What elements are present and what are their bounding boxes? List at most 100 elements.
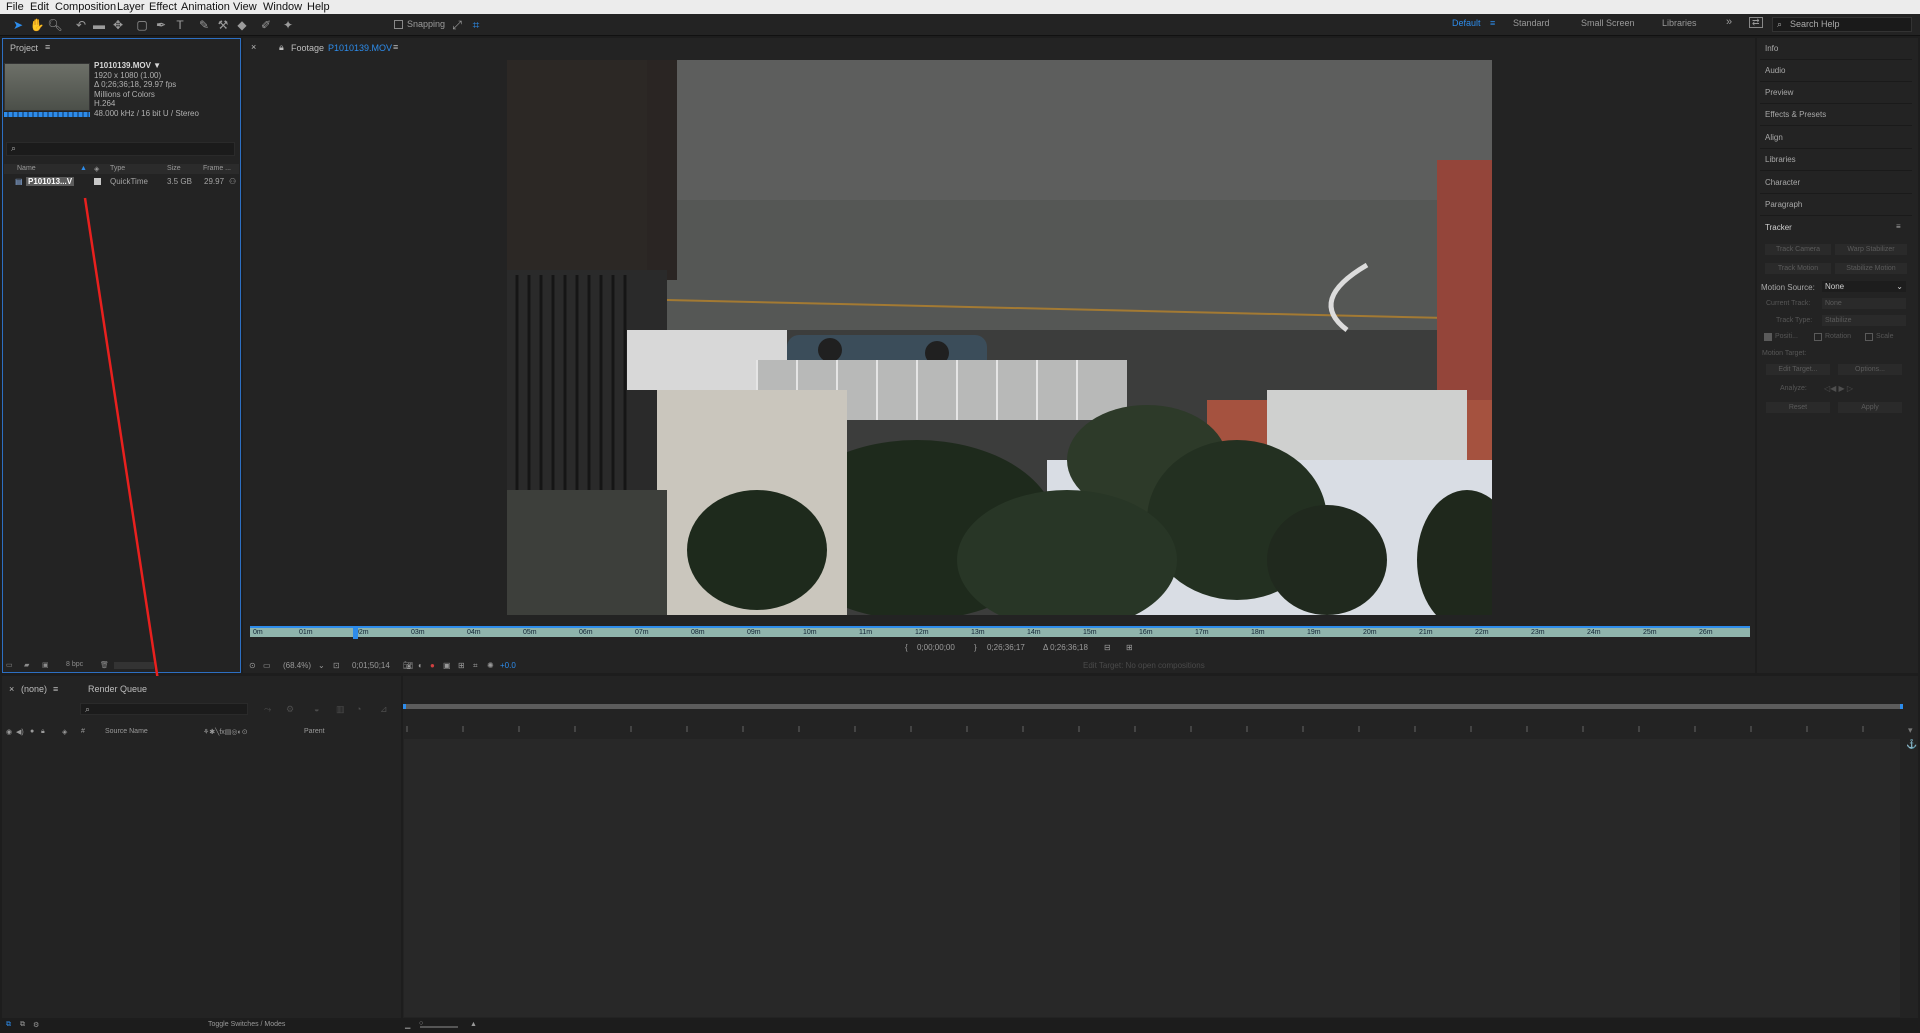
- menu-composition[interactable]: Composition: [55, 1, 116, 13]
- sync-settings-icon[interactable]: ⇄: [1749, 17, 1763, 28]
- workspace-standard[interactable]: Standard: [1513, 18, 1550, 28]
- label-tag-icon[interactable]: ◈: [94, 165, 99, 173]
- reset-button[interactable]: Reset: [1766, 402, 1830, 413]
- pan-behind-tool-icon[interactable]: ✥: [110, 17, 126, 33]
- timeline-search-input[interactable]: ⌕: [80, 703, 248, 715]
- sort-ascending-icon[interactable]: ▲: [80, 165, 87, 172]
- zoom-in-icon[interactable]: ▲: [470, 1021, 477, 1028]
- snap-edges-icon[interactable]: ⤢: [449, 17, 465, 33]
- video-visibility-icon[interactable]: ◉: [6, 728, 12, 736]
- menu-view[interactable]: View: [233, 1, 257, 13]
- col-size[interactable]: Size: [167, 165, 181, 172]
- toggle-switches-modes[interactable]: Toggle Switches / Modes: [208, 1021, 285, 1028]
- panel-menu-icon[interactable]: ≡: [53, 684, 58, 694]
- panel-menu-icon[interactable]: ≡: [393, 42, 398, 52]
- in-point-bracket-icon[interactable]: {: [905, 643, 908, 652]
- zoom-out-icon[interactable]: ▁: [405, 1021, 410, 1029]
- timeline-tab-none[interactable]: (none): [21, 684, 47, 694]
- rotation-checkbox[interactable]: [1814, 333, 1822, 341]
- lock-icon[interactable]: 🔒︎: [41, 728, 45, 736]
- panel-character[interactable]: Character: [1765, 178, 1800, 187]
- preview-toggle-icon[interactable]: ⊙: [249, 661, 256, 670]
- exposure-value[interactable]: +0.0: [500, 661, 516, 670]
- time-ruler[interactable]: 0m 01m 02m 03m 04m 05m 06m 07m 08m 09m 1…: [250, 626, 1750, 639]
- zoom-slider-handle[interactable]: ○: [419, 1020, 423, 1027]
- track-type-select[interactable]: Stabilize: [1822, 315, 1906, 326]
- panel-paragraph[interactable]: Paragraph: [1765, 200, 1802, 209]
- panel-libraries[interactable]: Libraries: [1765, 155, 1796, 164]
- in-out-pane-icon[interactable]: ⚙: [33, 1021, 39, 1029]
- position-checkbox[interactable]: [1764, 333, 1772, 341]
- panel-menu-icon[interactable]: ≡: [45, 42, 50, 52]
- panel-effects-presets[interactable]: Effects & Presets: [1765, 110, 1826, 119]
- snap-features-icon[interactable]: ⌗: [468, 17, 484, 33]
- time-navigator[interactable]: [403, 704, 1903, 709]
- in-point-time[interactable]: 0;00;00;00: [917, 643, 955, 652]
- panel-preview[interactable]: Preview: [1765, 88, 1793, 97]
- audio-icon[interactable]: ◀): [16, 728, 24, 736]
- project-bpc[interactable]: 8 bpc: [66, 661, 83, 668]
- rotate-tool-icon[interactable]: ↶: [73, 17, 89, 33]
- selection-tool-icon[interactable]: ➤: [10, 17, 26, 33]
- frame-blending-icon[interactable]: ▥: [336, 704, 345, 715]
- motion-blur-icon[interactable]: ◔: [356, 704, 361, 714]
- lock-icon[interactable]: 🔒︎: [279, 42, 284, 53]
- interpret-footage-icon[interactable]: ▭: [6, 661, 13, 669]
- pen-tool-icon[interactable]: ✒: [153, 17, 169, 33]
- warp-stabilizer-button[interactable]: Warp Stabilizer: [1835, 244, 1907, 255]
- exposure-icon[interactable]: ✺: [487, 661, 494, 670]
- menu-file[interactable]: File: [6, 1, 24, 13]
- channels-icon[interactable]: ●: [430, 661, 435, 670]
- label-color-swatch[interactable]: [94, 178, 101, 185]
- workspace-menu-icon[interactable]: ≡: [1490, 18, 1495, 28]
- current-time[interactable]: 0;01;50;14: [352, 661, 390, 670]
- viewer-tab-label[interactable]: Footage: [291, 43, 324, 53]
- more-workspaces-icon[interactable]: »: [1726, 16, 1732, 28]
- fit-icon[interactable]: ⊡: [333, 661, 340, 670]
- rectangle-tool-icon[interactable]: ▢: [134, 17, 150, 33]
- col-name[interactable]: Name: [17, 165, 36, 172]
- show-snapshot-icon[interactable]: ◐: [418, 661, 423, 670]
- zoom-level[interactable]: (68.4%): [283, 661, 311, 670]
- footage-name[interactable]: P1010139.MOV ▼: [94, 61, 199, 71]
- new-composition-icon[interactable]: ▣: [42, 661, 49, 669]
- menu-effect[interactable]: Effect: [149, 1, 177, 13]
- item-name[interactable]: P101013...V: [26, 177, 75, 186]
- track-motion-button[interactable]: Track Motion: [1765, 263, 1831, 274]
- transfer-controls-pane-icon[interactable]: ⧉: [20, 1021, 25, 1029]
- col-parent[interactable]: Parent: [304, 728, 325, 735]
- panel-menu-icon[interactable]: ≡: [1896, 222, 1901, 231]
- guides-icon[interactable]: ⌗: [473, 661, 478, 671]
- puppet-pin-tool-icon[interactable]: ✦: [280, 17, 296, 33]
- timeline-ruler[interactable]: [403, 718, 1903, 734]
- work-area-end-icon[interactable]: ⚓: [1906, 739, 1917, 750]
- scale-checkbox[interactable]: [1865, 333, 1873, 341]
- thumbnail-slider[interactable]: [114, 662, 154, 669]
- viewer-tab-file[interactable]: P1010139.MOV: [328, 43, 392, 53]
- playhead[interactable]: [353, 626, 358, 639]
- snapping-checkbox[interactable]: [394, 20, 403, 29]
- current-track-select[interactable]: None: [1822, 298, 1906, 309]
- delete-icon[interactable]: 🗑︎: [100, 661, 109, 669]
- panel-audio[interactable]: Audio: [1765, 66, 1785, 75]
- timeline-track-area[interactable]: [404, 739, 1900, 1017]
- roto-brush-tool-icon[interactable]: ✐: [258, 17, 274, 33]
- label-tag-icon[interactable]: ◈: [62, 728, 67, 736]
- menu-help[interactable]: Help: [307, 1, 330, 13]
- shy-layers-icon[interactable]: ◒: [314, 704, 319, 714]
- close-tab-icon[interactable]: ×: [9, 684, 14, 694]
- workspace-default[interactable]: Default: [1452, 18, 1481, 28]
- brush-tool-icon[interactable]: ✎: [196, 17, 212, 33]
- project-panel-title[interactable]: Project: [10, 43, 38, 53]
- draft-3d-icon[interactable]: ⚙: [286, 704, 294, 715]
- render-queue-tab[interactable]: Render Queue: [88, 684, 147, 694]
- panel-tracker[interactable]: Tracker: [1765, 223, 1792, 232]
- panel-align[interactable]: Align: [1765, 133, 1783, 142]
- col-source-name[interactable]: Source Name: [105, 728, 148, 735]
- track-camera-button[interactable]: Track Camera: [1765, 244, 1831, 255]
- ripple-insert-icon[interactable]: ⊟: [1104, 643, 1111, 652]
- out-point-bracket-icon[interactable]: }: [974, 643, 977, 652]
- stabilize-motion-button[interactable]: Stabilize Motion: [1835, 263, 1907, 274]
- hand-tool-icon[interactable]: ✋: [29, 17, 45, 33]
- menu-window[interactable]: Window: [263, 1, 302, 13]
